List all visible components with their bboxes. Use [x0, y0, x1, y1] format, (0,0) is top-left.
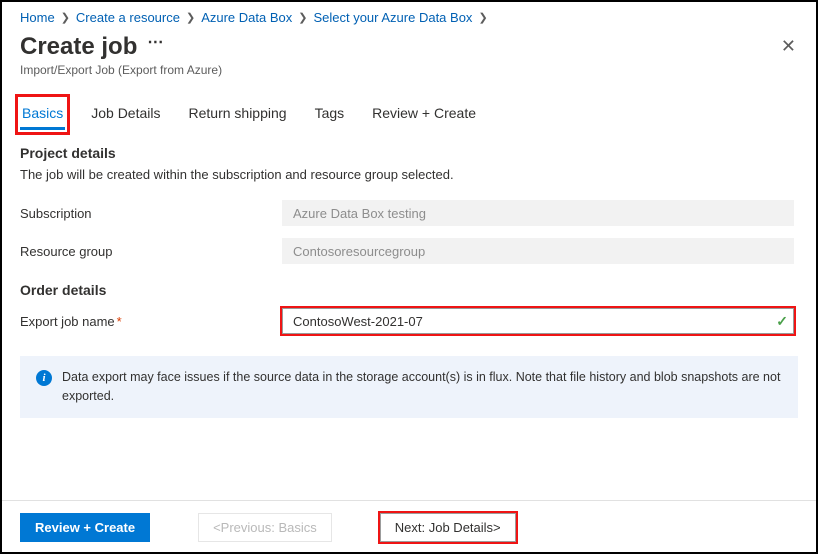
previous-basics-button: <Previous: Basics — [198, 513, 332, 542]
tab-basics[interactable]: Basics — [20, 99, 65, 130]
close-icon[interactable]: ✕ — [781, 33, 798, 55]
chevron-right-icon: ❯ — [478, 11, 487, 24]
project-details-desc: The job will be created within the subsc… — [20, 167, 798, 182]
chevron-right-icon: ❯ — [298, 11, 307, 24]
review-create-button[interactable]: Review + Create — [20, 513, 150, 542]
export-job-name-field: ✓ — [282, 308, 794, 334]
info-banner: i Data export may face issues if the sou… — [20, 356, 798, 418]
project-details-heading: Project details — [20, 145, 798, 161]
breadcrumb-create-resource[interactable]: Create a resource — [76, 10, 180, 25]
required-indicator: * — [117, 314, 122, 329]
breadcrumb-select-data-box[interactable]: Select your Azure Data Box — [313, 10, 472, 25]
breadcrumb-home[interactable]: Home — [20, 10, 55, 25]
tab-job-details[interactable]: Job Details — [89, 99, 162, 130]
page-subtitle: Import/Export Job (Export from Azure) — [20, 63, 222, 77]
footer-actions: Review + Create <Previous: Basics Next: … — [2, 500, 816, 542]
info-icon: i — [36, 370, 52, 386]
tab-tags[interactable]: Tags — [313, 99, 347, 130]
resource-group-label: Resource group — [20, 244, 282, 259]
tab-return-shipping[interactable]: Return shipping — [187, 99, 289, 130]
page-title: Create job ⋯ — [20, 33, 222, 61]
breadcrumb: Home ❯ Create a resource ❯ Azure Data Bo… — [20, 8, 798, 33]
export-job-name-input[interactable] — [282, 308, 794, 334]
tabs: Basics Job Details Return shipping Tags … — [20, 99, 798, 131]
subscription-value: Azure Data Box testing — [282, 200, 794, 226]
breadcrumb-azure-data-box[interactable]: Azure Data Box — [201, 10, 292, 25]
info-text: Data export may face issues if the sourc… — [62, 368, 782, 406]
chevron-right-icon: ❯ — [61, 11, 70, 24]
create-job-blade: Home ❯ Create a resource ❯ Azure Data Bo… — [0, 0, 818, 554]
export-job-name-label: Export job name* — [20, 314, 282, 329]
order-details-heading: Order details — [20, 282, 798, 298]
next-job-details-button[interactable]: Next: Job Details> — [380, 513, 516, 542]
chevron-right-icon: ❯ — [186, 11, 195, 24]
subscription-label: Subscription — [20, 206, 282, 221]
tab-review-create[interactable]: Review + Create — [370, 99, 478, 130]
resource-group-value: Contosoresourcegroup — [282, 238, 794, 264]
more-actions-icon[interactable]: ⋯ — [147, 35, 163, 51]
